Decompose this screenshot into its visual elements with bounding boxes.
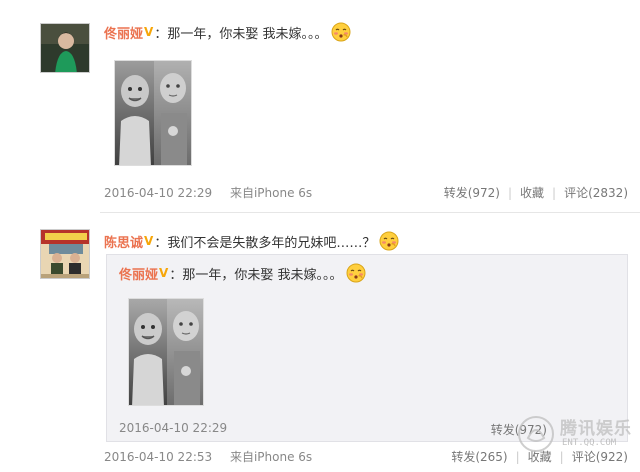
avatar[interactable] [40, 229, 90, 279]
quoted-content: 佟丽娅 V ： 那一年，你未娶 我未嫁。。。 [119, 263, 366, 283]
colon: ： [169, 267, 183, 283]
watermark-url: ENT.QQ.COM [562, 438, 617, 448]
post-actions: 转发(972) | 收藏 | 评论(2832) [444, 184, 628, 201]
colon: ： [154, 235, 168, 251]
avatar[interactable] [40, 23, 90, 73]
avatar-portrait-icon [41, 24, 89, 72]
baby-photo-image [129, 299, 203, 405]
verified-badge-icon: V [144, 25, 154, 39]
timestamp[interactable]: 2016-04-10 22:53 [104, 450, 212, 464]
action-separator: | [507, 185, 513, 200]
post-source[interactable]: 来自iPhone 6s [230, 186, 312, 200]
author-name[interactable]: 佟丽娅 [104, 23, 143, 42]
author-name[interactable]: 陈思诚 [104, 232, 143, 251]
quoted-meta: 2016-04-10 22:29 [119, 421, 227, 435]
post-source[interactable]: 来自iPhone 6s [230, 450, 312, 464]
quoted-timestamp[interactable]: 2016-04-10 22:29 [119, 421, 227, 435]
favorite-button[interactable]: 收藏 [520, 184, 544, 201]
weibo-post-1: 佟丽娅 V ： 那一年，你未娶 我未嫁。。。 2016-04-10 22:29 … [0, 0, 640, 212]
action-separator: | [552, 185, 557, 200]
baby-photo-image [115, 61, 191, 165]
shy-face-emoji-icon [379, 231, 399, 251]
watermark-brand: 腾讯娱乐 [560, 419, 632, 439]
quoted-photo[interactable] [128, 298, 204, 406]
repost-button[interactable]: 转发(265) [451, 448, 507, 465]
verified-badge-icon: V [159, 266, 169, 280]
verified-badge-icon: V [144, 234, 154, 248]
post-meta: 2016-04-10 22:29 来自iPhone 6s [104, 184, 312, 201]
shy-face-emoji-icon [346, 263, 366, 283]
post-text: 那一年，你未娶 我未嫁。。。 [167, 26, 328, 42]
post-meta: 2016-04-10 22:53 来自iPhone 6s [104, 448, 312, 465]
repost-button[interactable]: 转发(972) [444, 184, 500, 201]
tencent-ent-watermark: 腾讯娱乐 ENT.QQ.COM [516, 412, 634, 456]
avatar-portrait-icon [41, 230, 89, 278]
shy-face-emoji-icon [331, 22, 351, 42]
timestamp[interactable]: 2016-04-10 22:29 [104, 186, 212, 200]
quoted-author-name[interactable]: 佟丽娅 [119, 264, 158, 283]
quoted-text: 那一年，你未娶 我未嫁。。。 [182, 267, 343, 283]
post-text: 我们不会是失散多年的兄妹吧……？ [167, 235, 376, 251]
comment-button[interactable]: 评论(2832) [564, 184, 628, 201]
watermark-logo-icon [518, 416, 554, 452]
post-content: 佟丽娅 V ： 那一年，你未娶 我未嫁。。。 [104, 21, 351, 43]
colon: ： [154, 26, 168, 42]
post-photo[interactable] [114, 60, 192, 166]
post-content: 陈思诚 V ： 我们不会是失散多年的兄妹吧……？ [104, 230, 399, 252]
